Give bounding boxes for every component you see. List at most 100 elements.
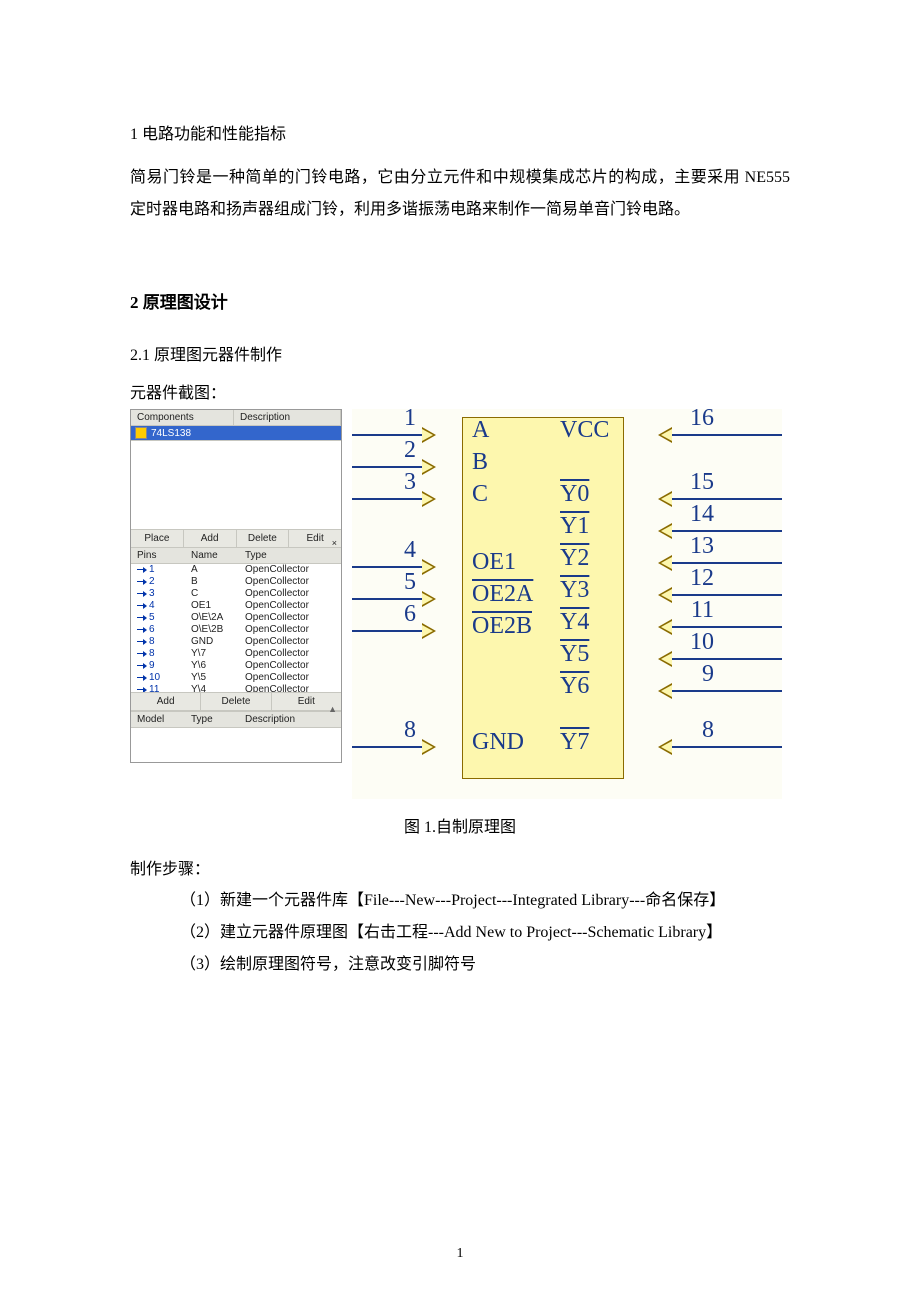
pin-number: 8 — [149, 648, 155, 660]
pin-arrow-icon — [137, 615, 147, 621]
component-row-selected[interactable]: 74LS138 — [131, 426, 341, 440]
schematic-pin — [352, 739, 436, 755]
pin-arrow-icon — [137, 675, 147, 681]
pin-row[interactable]: 10Y\5OpenCollector — [131, 672, 341, 684]
pin-number: 3 — [149, 588, 155, 600]
model-blank-area — [131, 728, 341, 762]
col-description[interactable]: Description — [234, 410, 341, 425]
pin-row[interactable]: 2BOpenCollector — [131, 576, 341, 588]
pin-arrow-icon — [137, 687, 147, 692]
schematic-symbol: 1A2B3C4OE15OE2A6OE2B8GND16VCC15Y014Y113Y… — [352, 409, 782, 799]
component-name: 74LS138 — [151, 428, 191, 439]
section1-body: 简易门铃是一种简单的门铃电路，它由分立元件和中规模集成芯片的构成，主要采用 NE… — [130, 162, 790, 226]
add-button-2[interactable]: Add — [131, 693, 201, 710]
col-components[interactable]: Components — [131, 410, 234, 425]
wire — [672, 530, 782, 532]
close-icon[interactable]: × — [332, 538, 337, 548]
pin-arrow-icon — [137, 603, 147, 609]
triangle-icon — [658, 739, 672, 755]
triangle-icon — [422, 559, 436, 575]
pin-number: 4 — [149, 600, 155, 612]
components-blank-area — [131, 440, 341, 529]
col-type[interactable]: Type — [245, 550, 335, 561]
pin-number-label: 5 — [404, 569, 416, 596]
pin-row[interactable]: 4OE1OpenCollector — [131, 600, 341, 612]
add-button[interactable]: Add — [184, 530, 237, 547]
wire — [672, 746, 782, 748]
pin-type: OpenCollector — [245, 636, 335, 648]
pin-type: OpenCollector — [245, 672, 335, 684]
pin-number-label: 8 — [404, 717, 416, 744]
pin-text-label: OE2A — [472, 581, 533, 608]
pin-number-label: 14 — [690, 501, 714, 528]
components-header: Components Description — [131, 410, 341, 426]
schematic-pin — [352, 559, 436, 575]
col-model-desc[interactable]: Description — [245, 714, 335, 725]
pins-header: × Pins Name Type — [131, 548, 341, 564]
pin-row[interactable]: 6O\E\2BOpenCollector — [131, 624, 341, 636]
library-panel: Components Description 74LS138 Place Add… — [130, 409, 342, 763]
pin-number-label: 16 — [690, 405, 714, 432]
triangle-icon — [422, 491, 436, 507]
pin-name: C — [191, 588, 245, 600]
triangle-icon — [658, 651, 672, 667]
pin-arrow-icon — [137, 627, 147, 633]
triangle-icon — [658, 555, 672, 571]
schematic-pin — [658, 683, 782, 699]
pin-number: 10 — [149, 672, 160, 684]
pin-type: OpenCollector — [245, 612, 335, 624]
pin-number-label: 11 — [691, 597, 714, 624]
figure-caption: 图 1.自制原理图 — [130, 813, 790, 837]
pin-number-label: 13 — [690, 533, 714, 560]
wire — [672, 434, 782, 436]
pin-arrow-icon — [137, 639, 147, 645]
col-model-type[interactable]: Type — [191, 714, 245, 725]
pin-row[interactable]: 1 AOpenCollector — [131, 564, 341, 576]
pin-row[interactable]: 11Y\4OpenCollector — [131, 684, 341, 692]
pin-type: OpenCollector — [245, 600, 335, 612]
pin-type: OpenCollector — [245, 564, 335, 576]
pin-number-label: 10 — [690, 629, 714, 656]
col-pins[interactable]: Pins — [137, 550, 191, 561]
pin-name: Y\6 — [191, 660, 245, 672]
pin-number-label: 9 — [702, 661, 714, 688]
col-model[interactable]: Model — [137, 714, 191, 725]
pin-type: OpenCollector — [245, 684, 335, 692]
section2-sub-title: 2.1 原理图元器件制作 — [130, 341, 790, 365]
pin-number-label: 4 — [404, 537, 416, 564]
pin-text-label: Y2 — [560, 545, 589, 572]
expand-icon[interactable]: ▲ — [328, 704, 337, 714]
place-button[interactable]: Place — [131, 530, 184, 547]
col-name[interactable]: Name — [191, 550, 245, 561]
steps-label: 制作步骤： — [130, 855, 790, 879]
triangle-icon — [658, 427, 672, 443]
pin-type: OpenCollector — [245, 576, 335, 588]
pin-text-label: Y0 — [560, 481, 589, 508]
schematic-pin — [658, 427, 782, 443]
schematic-pin — [352, 591, 436, 607]
delete-button-2[interactable]: Delete — [201, 693, 271, 710]
triangle-icon — [658, 491, 672, 507]
schematic-pin — [658, 587, 782, 603]
pin-name: Y\4 — [191, 684, 245, 692]
pin-text-label: OE1 — [472, 549, 516, 576]
wire — [352, 466, 422, 468]
pin-row[interactable]: 9Y\6OpenCollector — [131, 660, 341, 672]
pin-row[interactable]: 5O\E\2AOpenCollector — [131, 612, 341, 624]
pin-row[interactable]: 8Y\7OpenCollector — [131, 648, 341, 660]
schematic-pin — [658, 739, 782, 755]
pin-name: A — [191, 564, 245, 576]
triangle-icon — [422, 739, 436, 755]
pin-text-label: Y3 — [560, 577, 589, 604]
pin-text-label: Y5 — [560, 641, 589, 668]
wire — [672, 562, 782, 564]
pin-number: 2 — [149, 576, 155, 588]
pin-text-label: GND — [472, 729, 524, 756]
pin-row[interactable]: 8GNDOpenCollector — [131, 636, 341, 648]
pin-row[interactable]: 3COpenCollector — [131, 588, 341, 600]
pin-number: 1 — [149, 564, 155, 576]
triangle-icon — [422, 623, 436, 639]
screenshot-label: 元器件截图： — [130, 379, 790, 403]
triangle-icon — [422, 459, 436, 475]
delete-button[interactable]: Delete — [237, 530, 290, 547]
